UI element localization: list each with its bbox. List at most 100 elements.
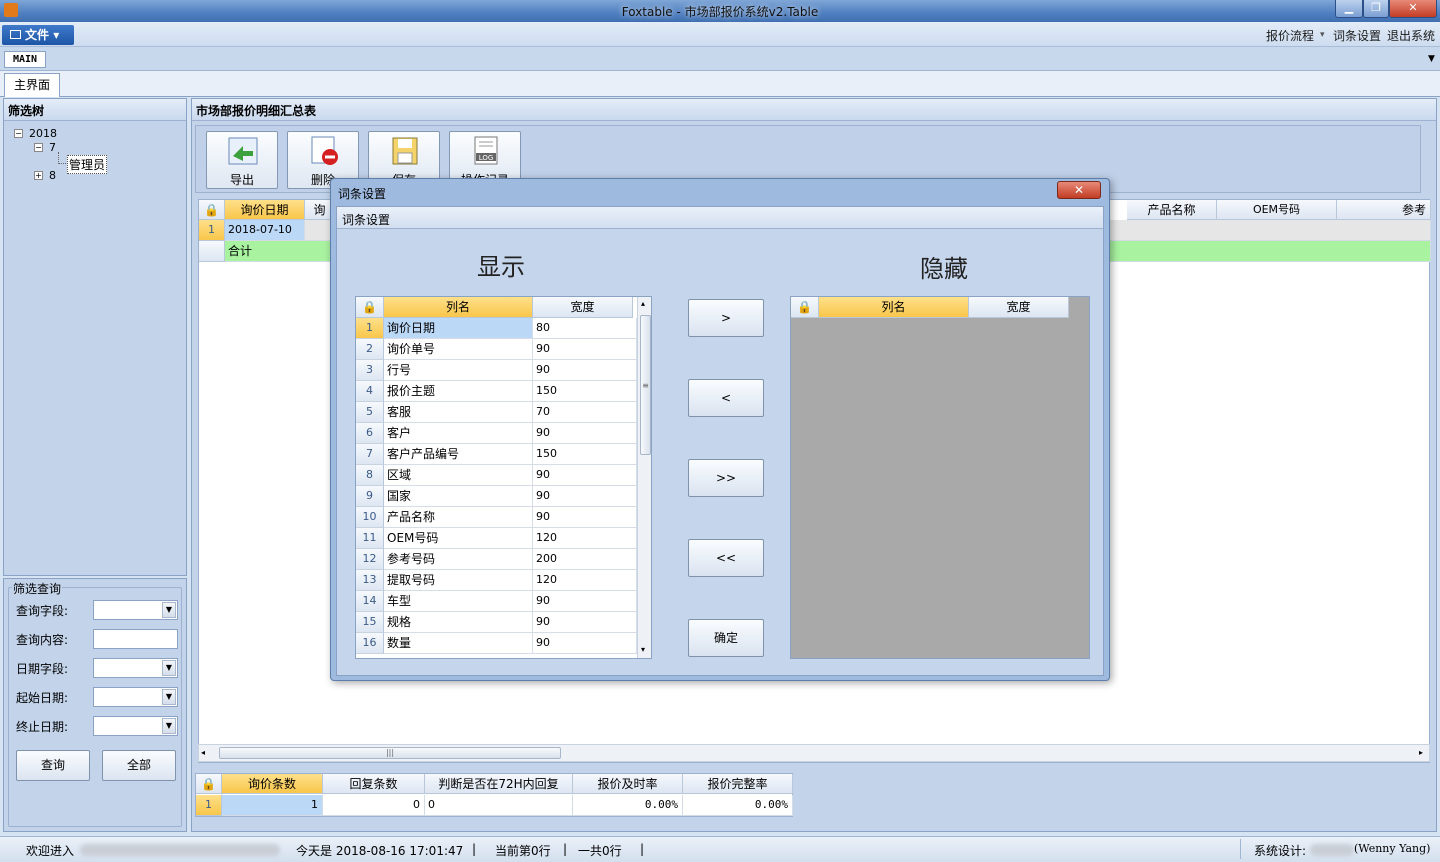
link-quote-process[interactable]: 报价流程: [1266, 27, 1314, 44]
column-width-cell[interactable]: 90: [533, 486, 637, 507]
file-menu[interactable]: 文件 ▾: [2, 25, 74, 45]
dropdown-icon[interactable]: ▼: [162, 689, 176, 705]
row-number[interactable]: 15: [356, 612, 384, 633]
date-field-select[interactable]: ▼: [93, 658, 178, 678]
column-width-cell[interactable]: 150: [533, 381, 637, 402]
cell-date[interactable]: 2018-07-10: [225, 220, 305, 241]
summary-header-inquiries[interactable]: 询价条数: [222, 774, 323, 794]
row-number[interactable]: 8: [356, 465, 384, 486]
visible-columns-grid[interactable]: 🔒 列名 宽度 1 询价日期 80 2 询价单号 90 3 行号 90 4 报价主题 150 5 客服 70…: [355, 296, 652, 659]
horizontal-scrollbar[interactable]: ◂ ||| ▸: [198, 744, 1430, 762]
row-number[interactable]: 14: [356, 591, 384, 612]
column-width-cell[interactable]: 90: [533, 423, 637, 444]
summary-cell-timeliness[interactable]: 0.00%: [573, 795, 683, 816]
chevron-down-icon[interactable]: ▼: [1428, 54, 1435, 64]
export-button[interactable]: 导出: [206, 131, 278, 189]
row-number[interactable]: 2: [356, 339, 384, 360]
row-number[interactable]: 7: [356, 444, 384, 465]
tab-main[interactable]: MAIN: [4, 51, 46, 68]
dropdown-icon[interactable]: ▾: [1320, 30, 1325, 40]
grid-header-product-name[interactable]: 产品名称: [1127, 200, 1217, 220]
summary-header-72h[interactable]: 判断是否在72H内回复: [425, 774, 573, 794]
column-name-cell[interactable]: 报价主题: [384, 381, 533, 402]
dropdown-icon[interactable]: ▼: [162, 660, 176, 676]
close-button[interactable]: ✕: [1389, 0, 1437, 18]
show-header-width[interactable]: 宽度: [533, 297, 633, 318]
scroll-thumb[interactable]: ≡: [640, 315, 651, 455]
column-name-cell[interactable]: 数量: [384, 633, 533, 654]
start-date-picker[interactable]: ▼: [93, 687, 178, 707]
tree-node-2018[interactable]: 2018: [29, 127, 57, 140]
scroll-thumb[interactable]: |||: [219, 747, 561, 759]
column-width-cell[interactable]: 90: [533, 339, 637, 360]
dropdown-icon[interactable]: ▼: [162, 602, 176, 618]
column-width-cell[interactable]: 90: [533, 465, 637, 486]
row-number[interactable]: 16: [356, 633, 384, 654]
tree-node-7[interactable]: 7: [49, 141, 56, 154]
column-width-cell[interactable]: 70: [533, 402, 637, 423]
summary-cell-inquiries[interactable]: 1: [222, 795, 323, 816]
column-width-cell[interactable]: 90: [533, 360, 637, 381]
confirm-button[interactable]: 确定: [688, 619, 764, 657]
column-width-cell[interactable]: 150: [533, 444, 637, 465]
grid-header-reference[interactable]: 参考: [1337, 200, 1431, 220]
hidden-columns-grid[interactable]: 🔒 列名 宽度: [790, 296, 1090, 659]
column-width-cell[interactable]: 120: [533, 570, 637, 591]
row-number[interactable]: 1: [199, 220, 225, 241]
row-number[interactable]: 6: [356, 423, 384, 444]
expand-icon[interactable]: +: [34, 171, 43, 180]
tree-node-admin[interactable]: 管理员: [67, 155, 108, 174]
column-name-cell[interactable]: 提取号码: [384, 570, 533, 591]
scroll-right-icon[interactable]: ▸: [1419, 748, 1423, 757]
tree-node-8[interactable]: 8: [49, 169, 56, 182]
column-width-cell[interactable]: 90: [533, 507, 637, 528]
column-width-cell[interactable]: 90: [533, 612, 637, 633]
collapse-icon[interactable]: −: [34, 143, 43, 152]
link-exit-system[interactable]: 退出系统: [1387, 27, 1435, 44]
column-name-cell[interactable]: 客户产品编号: [384, 444, 533, 465]
column-name-cell[interactable]: 询价日期: [384, 318, 533, 339]
dropdown-icon[interactable]: ▼: [162, 718, 176, 734]
row-number[interactable]: 4: [356, 381, 384, 402]
summary-header-completeness[interactable]: 报价完整率: [683, 774, 793, 794]
column-name-cell[interactable]: OEM号码: [384, 528, 533, 549]
show-header-name[interactable]: 列名: [384, 297, 533, 318]
column-name-cell[interactable]: 车型: [384, 591, 533, 612]
show-all-button[interactable]: 全部: [102, 750, 176, 781]
summary-cell-completeness[interactable]: 0.00%: [683, 795, 793, 816]
row-number[interactable]: 12: [356, 549, 384, 570]
column-name-cell[interactable]: 国家: [384, 486, 533, 507]
row-number[interactable]: 3: [356, 360, 384, 381]
column-width-cell[interactable]: 90: [533, 591, 637, 612]
column-name-cell[interactable]: 询价单号: [384, 339, 533, 360]
row-number[interactable]: 1: [196, 795, 222, 816]
row-number[interactable]: 1: [356, 318, 384, 339]
hide-header-width[interactable]: 宽度: [969, 297, 1069, 318]
dialog-close-button[interactable]: ✕: [1057, 181, 1101, 199]
summary-cell-72h[interactable]: 0: [425, 795, 573, 816]
grid-header-date[interactable]: 询价日期: [225, 200, 305, 220]
maximize-button[interactable]: ❐: [1363, 0, 1389, 18]
end-date-picker[interactable]: ▼: [93, 716, 178, 736]
collapse-icon[interactable]: −: [14, 129, 23, 138]
summary-cell-replies[interactable]: 0: [323, 795, 425, 816]
column-name-cell[interactable]: 产品名称: [384, 507, 533, 528]
column-name-cell[interactable]: 参考号码: [384, 549, 533, 570]
query-content-input[interactable]: [93, 629, 178, 649]
scroll-up-icon[interactable]: ▴: [641, 299, 645, 308]
row-number[interactable]: 13: [356, 570, 384, 591]
column-name-cell[interactable]: 行号: [384, 360, 533, 381]
column-name-cell[interactable]: 规格: [384, 612, 533, 633]
column-width-cell[interactable]: 200: [533, 549, 637, 570]
vertical-scrollbar[interactable]: ▴ ≡ ▾: [637, 297, 651, 658]
query-button[interactable]: 查询: [16, 750, 90, 781]
column-width-cell[interactable]: 120: [533, 528, 637, 549]
move-left-button[interactable]: <: [688, 379, 764, 417]
scroll-down-icon[interactable]: ▾: [641, 645, 645, 654]
move-all-left-button[interactable]: <<: [688, 539, 764, 577]
column-name-cell[interactable]: 客户: [384, 423, 533, 444]
row-number[interactable]: 11: [356, 528, 384, 549]
tab-main-page[interactable]: 主界面: [4, 73, 60, 97]
summary-header-replies[interactable]: 回复条数: [323, 774, 425, 794]
row-number[interactable]: 5: [356, 402, 384, 423]
